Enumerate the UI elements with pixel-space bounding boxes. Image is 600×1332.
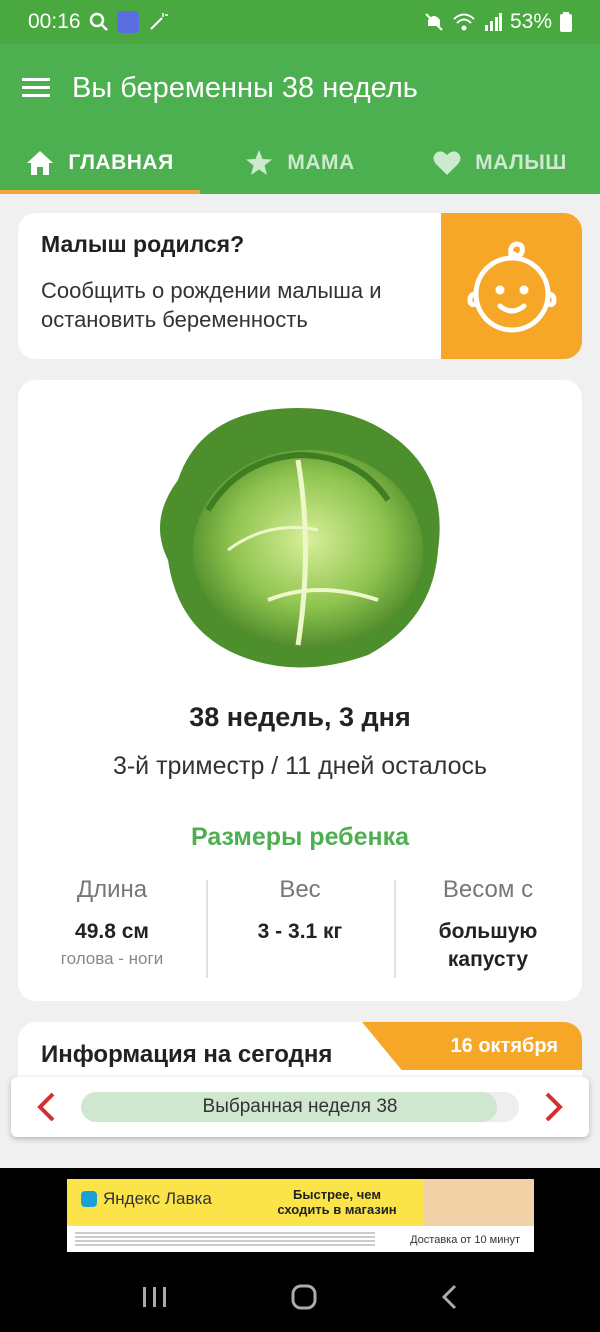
battery-icon [560,12,572,32]
ad-slogan: Быстрее, чем сходить в магазин [277,1187,397,1217]
tab-home-label: ГЛАВНАЯ [68,151,174,174]
baby-born-title: Малыш родился? [41,231,245,257]
lavka-logo-icon [81,1191,97,1207]
baby-born-button[interactable] [441,213,582,359]
home-icon [27,151,54,175]
signal-icon [484,13,502,31]
week-selector: Выбранная неделя 38 [11,1077,589,1137]
stat-length-sub: голова - ноги [60,949,164,968]
tab-mom-label: МАМА [287,151,355,174]
ad-delivery-text: Доставка от 10 минут [410,1234,520,1246]
trimester-text: 3-й триместр / 11 дней осталось [112,752,488,780]
home-button-icon[interactable] [290,1283,318,1311]
status-bar: 00:16 53% [0,0,600,44]
app-notification-icon [116,11,139,33]
page-title: Вы беременны 38 недель [72,71,418,104]
weeks-days-text: 38 недель, 3 дня [189,702,411,732]
wifi-icon [453,13,475,31]
today-info-title: Информация на сегодня [41,1041,333,1068]
stat-length-value: 49.8 см [75,920,149,943]
mute-icon [425,13,443,31]
tab-mom[interactable]: МАМА [200,132,400,194]
ad-banner[interactable]: Яндекс Лавка Быстрее, чем сходить в мага… [67,1179,534,1252]
ad-photo [424,1179,534,1227]
next-week-button[interactable] [519,1077,589,1137]
battery-percent: 53% [509,10,552,33]
ad-fine-print [75,1232,375,1248]
star-icon [246,150,273,175]
week-progress-bar[interactable]: Выбранная неделя 38 [81,1092,519,1122]
today-info-card: Информация на сегодня 16 октября [18,1022,582,1082]
ad-brand: Яндекс Лавка [81,1189,212,1209]
chevron-right-icon [545,1092,563,1122]
app-bar: Вы беременны 38 недель [0,44,600,132]
tab-home[interactable]: ГЛАВНАЯ [0,132,200,194]
tab-bar: ГЛАВНАЯ МАМА МАЛЫШ [0,132,600,194]
pregnancy-progress-card: 38 недель, 3 дня 3-й триместр / 11 дней … [18,380,582,1001]
stat-weight: Вес 3 - 3.1 кг [206,876,394,978]
baby-born-text: Сообщить о рождении малыша и остановить … [41,278,382,332]
prev-week-button[interactable] [11,1077,81,1137]
date-badge: 16 октября [362,1022,582,1070]
back-icon[interactable] [439,1283,459,1311]
tab-baby[interactable]: МАЛЫШ [400,132,600,194]
status-time: 00:16 [28,10,81,33]
stat-length-label: Длина [76,876,148,903]
recent-apps-icon[interactable] [141,1285,169,1309]
system-nav-bar [0,1262,600,1332]
stat-weight-value: 3 - 3.1 кг [257,920,343,943]
tab-baby-label: МАЛЫШ [475,151,567,174]
selected-week-label: Выбранная неделя 38 [202,1096,398,1117]
menu-icon[interactable] [22,77,50,99]
stat-compare: Весом с большую капусту [394,876,582,978]
stat-compare-label: Весом с [442,876,534,903]
baby-born-card[interactable]: Малыш родился? Сообщить о рождении малыш… [18,213,582,359]
stat-length: Длина 49.8 см голова - ноги [18,876,206,974]
search-icon [89,12,108,31]
ad-banner-area: Яндекс Лавка Быстрее, чем сходить в мага… [0,1168,600,1262]
baby-sizes-link[interactable]: Размеры ребенка [18,823,582,852]
baby-face-icon [466,241,557,333]
heart-icon [433,151,461,175]
chevron-left-icon [37,1092,55,1122]
stat-weight-label: Вес [279,876,321,903]
magic-wand-icon [149,13,168,30]
baby-stats: Длина 49.8 см голова - ноги Вес 3 - 3.1 … [18,876,582,978]
stat-compare-value: большую капусту [438,920,538,971]
cabbage-icon [160,408,440,668]
